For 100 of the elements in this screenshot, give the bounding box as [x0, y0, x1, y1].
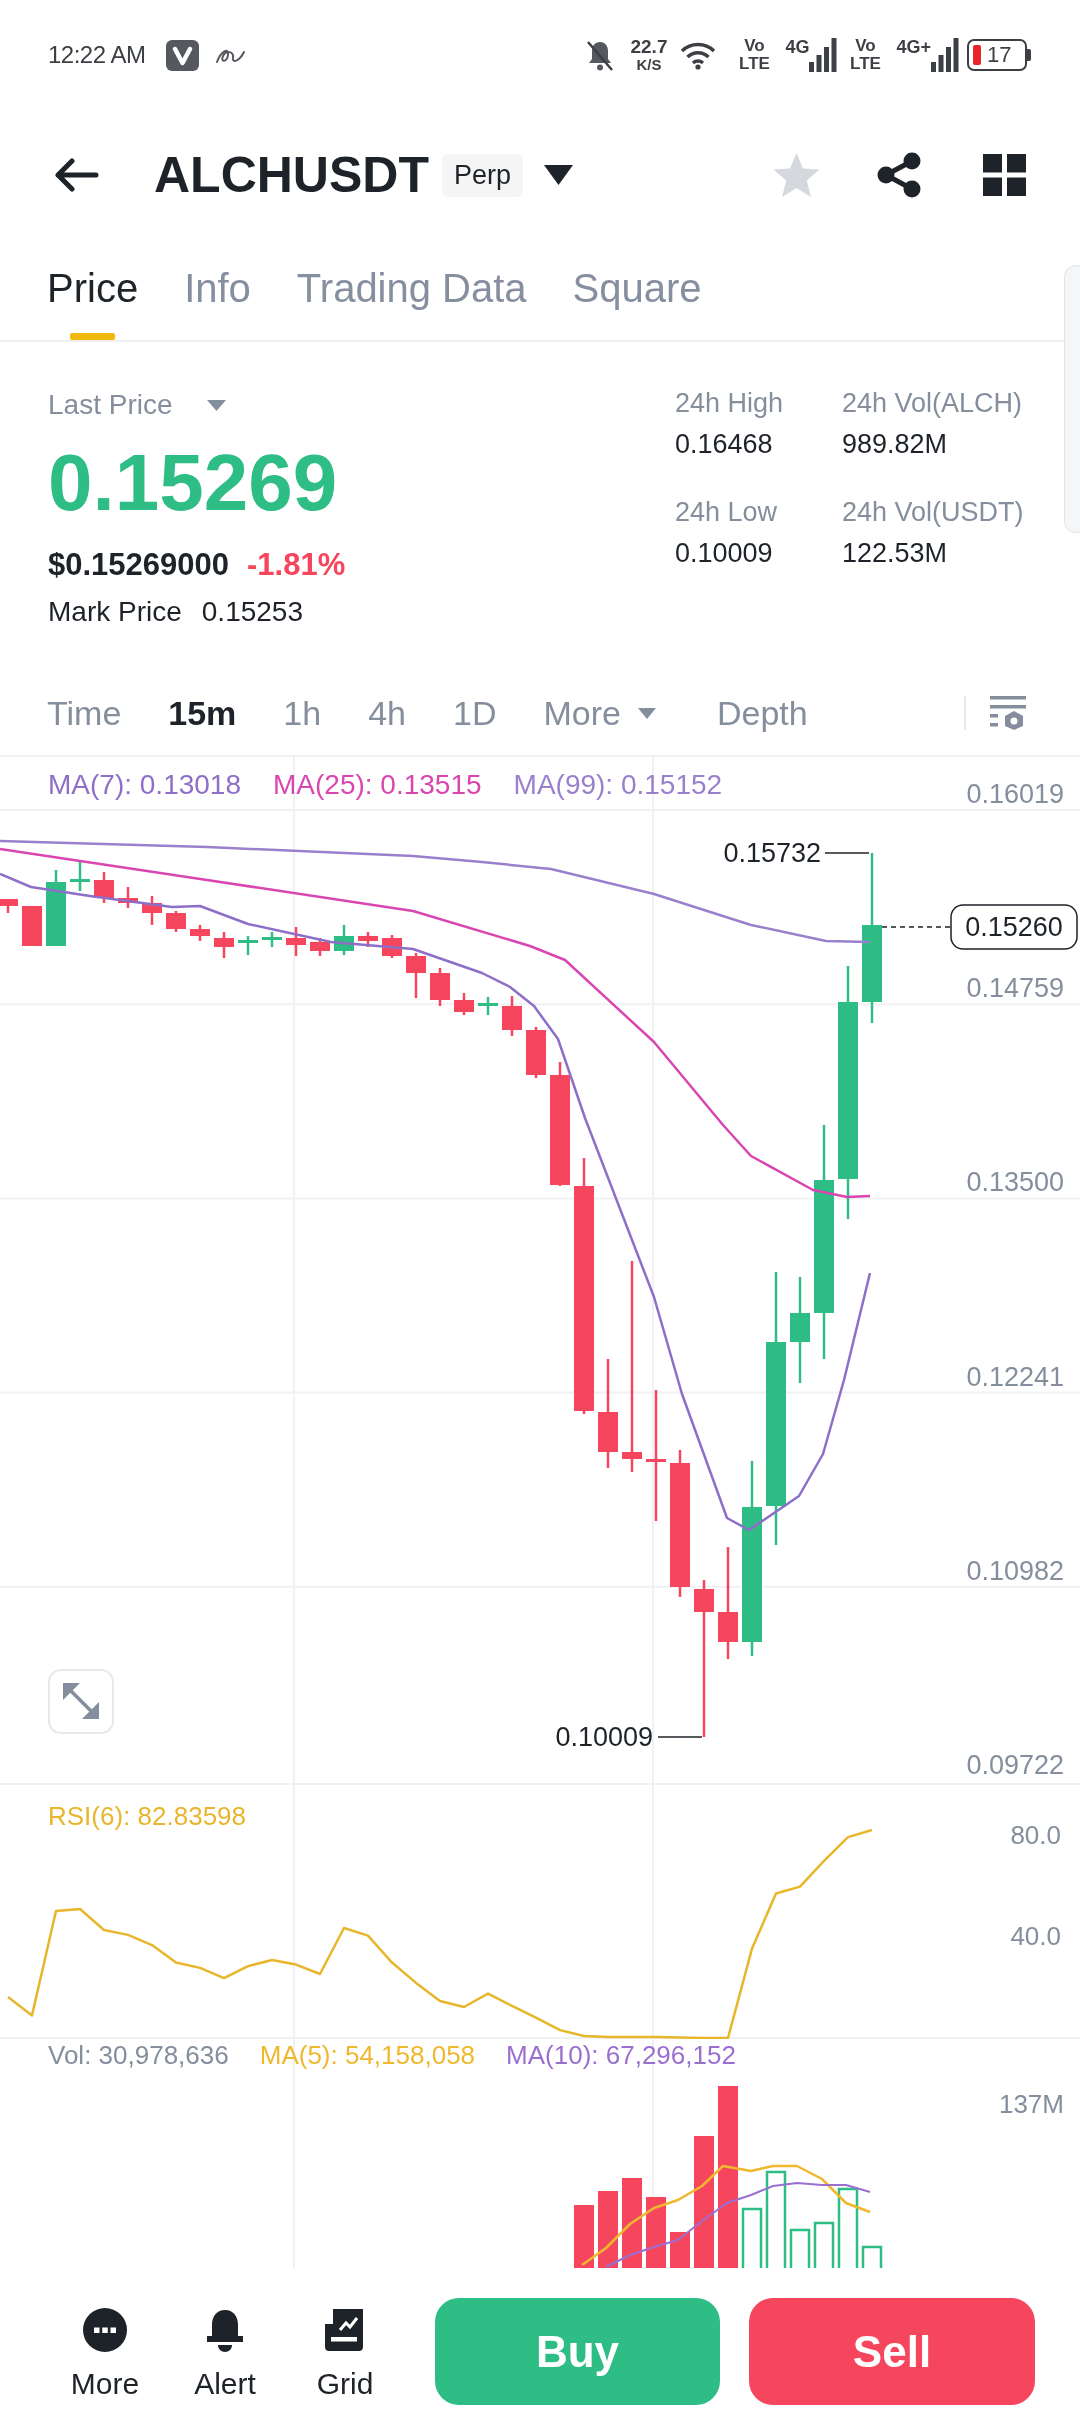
stat-label: 24h Vol(ALCH) [842, 387, 1024, 420]
battery-level-icon [973, 45, 981, 65]
battery-percent: 17 [987, 44, 1012, 66]
stat-value: 0.10009 [675, 537, 774, 570]
mark-price-label: Mark Price [48, 595, 182, 629]
price-axis-label: 0.12241 [966, 1361, 1064, 1392]
ma-legend: MA(25): 0.13515 [273, 768, 482, 800]
network-speed: 22.7 [630, 37, 668, 57]
price-axis-label: 0.09722 [966, 1750, 1064, 1780]
interval-tab[interactable]: 1D [453, 691, 497, 735]
price-axis-label: 0.10982 [966, 1555, 1064, 1586]
candle [286, 927, 306, 956]
interval-tab[interactable]: Depth [716, 691, 808, 735]
candle [478, 997, 498, 1015]
price-axis-label: 0.13500 [966, 1167, 1064, 1198]
muted-bell-icon [586, 39, 615, 71]
rsi-axis-label: 40.0 [1010, 1921, 1061, 1952]
volte-label: Vo LTE [738, 37, 771, 73]
expand-button[interactable] [48, 1669, 114, 1734]
tab[interactable]: Info [184, 262, 251, 340]
tab[interactable]: Price [47, 262, 139, 340]
volume-bar [813, 2221, 835, 2268]
low-price-label: 0.10009 [555, 1722, 653, 1752]
network-type: 4G+ [896, 38, 931, 56]
tab[interactable]: Trading Data [296, 262, 527, 340]
price-change: -1.81% [247, 546, 346, 584]
contract-badge: Perp [442, 153, 524, 197]
leader-line [657, 1736, 703, 1738]
mark-price: 0.15253 [201, 595, 303, 629]
volume-legend: MA(5): 54,158,058 [259, 2040, 476, 2070]
arrow-left-icon[interactable] [53, 158, 99, 192]
interval-dropdown[interactable]: More [543, 691, 656, 735]
stat-value: 989.82M [842, 428, 949, 461]
candle [262, 932, 282, 947]
rsi-axis-label: 80.0 [1010, 1819, 1061, 1850]
interval-tab[interactable]: 4h [368, 691, 406, 735]
candle [310, 938, 330, 956]
alert-button[interactable]: Alert [175, 2308, 275, 2402]
tab[interactable]: Square [572, 262, 702, 340]
volume-axis-label: 137M [998, 2089, 1064, 2119]
interval-tab[interactable]: 1h [283, 691, 322, 735]
volume-bar [670, 2232, 690, 2268]
caret-down-icon[interactable] [544, 165, 574, 185]
app-icon [166, 39, 200, 71]
stat-label: 24h Vol(USDT) [842, 496, 1024, 529]
ma-legend: MA(99): 0.15152 [513, 768, 723, 800]
stat-value: 122.53M [842, 537, 949, 570]
chart-settings-icon[interactable] [990, 696, 1026, 730]
current-price-tag: 0.15260 [950, 904, 1078, 950]
volume-bar [741, 2207, 763, 2268]
network-speed-unit: K/S [636, 57, 662, 73]
signal-icon [931, 38, 959, 72]
status-time: 12:22 AM [48, 40, 146, 70]
volume-bar [574, 2205, 594, 2268]
volte-label: Vo LTE [849, 37, 882, 73]
network-type: 4G [785, 38, 810, 56]
candle [214, 932, 234, 958]
expand-icon [63, 1683, 99, 1719]
last-price: 0.15269 [48, 437, 339, 529]
volume-bar [646, 2197, 666, 2268]
volume-legend: Vol: 30,978,636 [48, 2040, 229, 2070]
star-icon[interactable] [773, 152, 820, 198]
price-type-dropdown[interactable]: Last Price [48, 387, 226, 423]
leader-line [824, 852, 870, 854]
grid-button[interactable]: Grid [295, 2308, 395, 2402]
candle [334, 925, 354, 955]
wifi-icon [680, 40, 717, 70]
caret-down-icon [637, 707, 656, 719]
candle [70, 860, 90, 891]
caret-down-icon [206, 399, 226, 411]
buy-button[interactable]: Buy [435, 2298, 720, 2405]
candle [166, 911, 186, 932]
stat-label: 24h Low [675, 496, 779, 529]
candle [406, 953, 426, 998]
candle [502, 996, 522, 1036]
candle [238, 936, 258, 955]
stat-value: 0.16468 [675, 428, 774, 461]
volume-bar [789, 2228, 811, 2268]
candle [0, 899, 18, 913]
grid-icon[interactable] [983, 154, 1026, 196]
volume-bar [861, 2245, 883, 2268]
interval-tab[interactable]: 15m [168, 691, 237, 735]
symbol-title: ALCHUSDT [154, 146, 429, 205]
price-axis-label: 0.16019 [966, 779, 1064, 809]
interval-tab[interactable]: Time [47, 691, 122, 735]
price-axis-label: 0.14759 [966, 973, 1064, 1004]
ma-legend: MA(7): 0.13018 [48, 768, 241, 800]
share-icon[interactable] [877, 152, 921, 198]
signal-icon [809, 38, 838, 72]
candle [430, 968, 450, 1006]
candle [22, 906, 42, 946]
candle [118, 887, 138, 908]
more-button[interactable]: More [55, 2308, 155, 2402]
candle [454, 993, 474, 1015]
candle [526, 1027, 546, 1078]
side-panel-handle[interactable] [1064, 265, 1080, 533]
candle [358, 932, 378, 947]
volume-legend: MA(10): 67,296,152 [506, 2040, 736, 2070]
dots-icon [83, 2308, 127, 2352]
sell-button[interactable]: Sell [749, 2298, 1035, 2405]
